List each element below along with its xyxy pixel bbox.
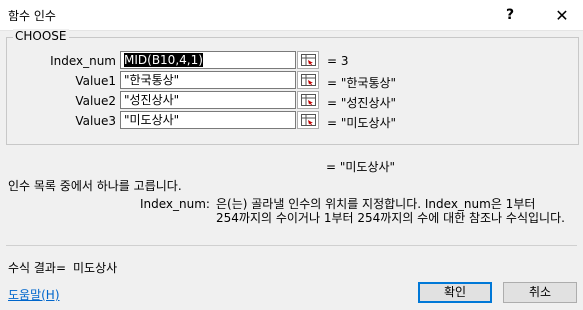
help-link[interactable]: 도움말(H) bbox=[8, 286, 60, 303]
argument-result: = 3 bbox=[327, 54, 349, 68]
close-icon[interactable]: ✕ bbox=[544, 0, 580, 30]
argument-label: Value2 bbox=[75, 94, 116, 108]
title-bar: 함수 인수 ? ✕ bbox=[0, 0, 583, 31]
argument-result: = "한국통상" bbox=[327, 76, 397, 90]
argument-help-line: 254까지의 수이거나 1부터 254까지의 수에 대한 참조나 수식입니다. bbox=[216, 211, 565, 225]
argument-label: Index_num bbox=[50, 54, 116, 68]
argument-label: Value1 bbox=[75, 74, 116, 88]
argument-result: = "미도상사" bbox=[327, 116, 397, 130]
argument-row-value1: Value1 "한국통상" = "한국통상" bbox=[7, 71, 578, 91]
formula-result-value: 미도상사 bbox=[73, 261, 118, 275]
collapse-dialog-button[interactable] bbox=[297, 91, 319, 109]
ok-button[interactable]: 확인 bbox=[418, 282, 492, 303]
index-num-input[interactable]: MID(B10,4,1) bbox=[120, 51, 296, 69]
argument-result: = "성진상사" bbox=[327, 96, 397, 110]
argument-help-text: 은(는) 골라낼 인수의 위치를 지정합니다. Index_num은 1부터 2… bbox=[216, 197, 578, 225]
function-description: 인수 목록 중에서 하나를 고릅니다. bbox=[8, 179, 182, 193]
argument-help-line: 은(는) 골라낼 인수의 위치를 지정합니다. Index_num은 1부터 bbox=[216, 197, 536, 211]
range-select-icon bbox=[301, 94, 316, 106]
collapse-dialog-button[interactable] bbox=[297, 111, 319, 129]
argument-help-name: Index_num: bbox=[140, 197, 210, 211]
help-icon[interactable]: ? bbox=[492, 0, 528, 30]
function-name: CHOOSE bbox=[13, 29, 69, 43]
function-arguments-group: CHOOSE Index_num MID(B10,4,1) = 3 Value1… bbox=[6, 29, 579, 145]
collapse-dialog-button[interactable] bbox=[297, 51, 319, 69]
collapse-dialog-button[interactable] bbox=[297, 71, 319, 89]
range-select-icon bbox=[301, 114, 316, 126]
dialog-title: 함수 인수 bbox=[8, 9, 56, 23]
argument-row-value2: Value2 "성진상사" = "성진상사" bbox=[7, 91, 578, 111]
argument-label: Value3 bbox=[75, 114, 116, 128]
argument-row-index-num: Index_num MID(B10,4,1) = 3 bbox=[7, 51, 578, 71]
value1-input[interactable]: "한국통상" bbox=[120, 71, 296, 89]
divider bbox=[6, 245, 577, 246]
range-select-icon bbox=[301, 74, 316, 86]
function-result-preview: = "미도상사" bbox=[326, 160, 396, 174]
value2-input[interactable]: "성진상사" bbox=[120, 91, 296, 109]
argument-row-value3: Value3 "미도상사" = "미도상사" bbox=[7, 111, 578, 131]
value3-input[interactable]: "미도상사" bbox=[120, 111, 296, 129]
range-select-icon bbox=[301, 54, 316, 66]
formula-result-label: 수식 결과= bbox=[8, 261, 67, 275]
cancel-button[interactable]: 취소 bbox=[503, 282, 577, 303]
